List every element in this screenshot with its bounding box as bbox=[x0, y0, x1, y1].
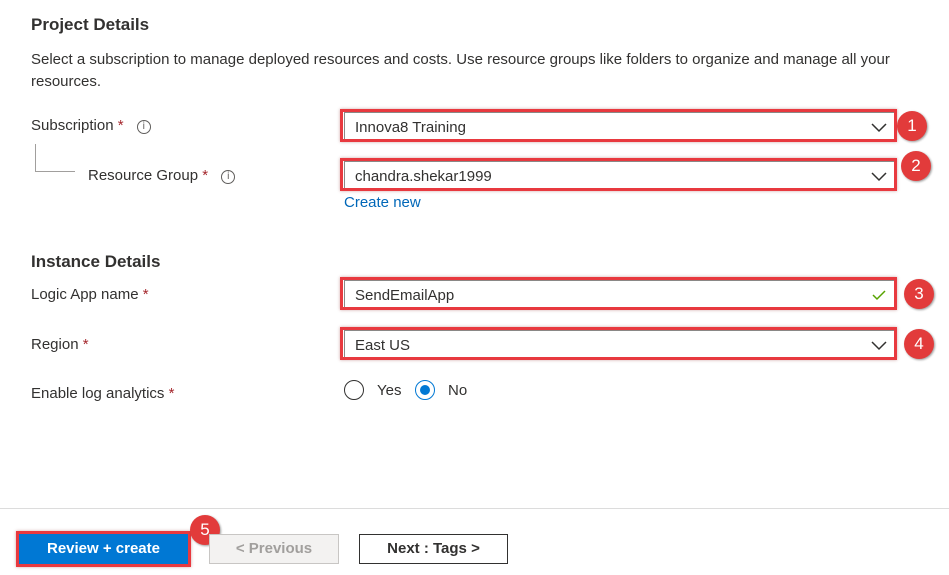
region-label: Region * bbox=[31, 336, 89, 353]
log-analytics-no-radio[interactable] bbox=[415, 380, 435, 400]
callout-highlight-2 bbox=[340, 158, 897, 191]
callout-badge-4: 4 bbox=[904, 329, 934, 359]
project-details-heading: Project Details bbox=[31, 15, 150, 34]
required-marker: * bbox=[117, 117, 124, 134]
log-analytics-yes-radio[interactable] bbox=[344, 380, 364, 400]
required-marker: * bbox=[202, 167, 209, 184]
create-new-link[interactable]: Create new bbox=[344, 194, 421, 211]
project-details-description: Select a subscription to manage deployed… bbox=[31, 51, 890, 90]
instance-details-heading: Instance Details bbox=[31, 252, 161, 271]
log-analytics-no-label[interactable]: No bbox=[448, 382, 467, 399]
required-marker: * bbox=[142, 286, 149, 303]
logic-app-name-label: Logic App name * bbox=[31, 286, 149, 303]
callout-badge-1: 1 bbox=[897, 111, 927, 141]
subscription-label: Subscription * i bbox=[31, 117, 151, 134]
callout-badge-3: 3 bbox=[904, 279, 934, 309]
info-icon[interactable]: i bbox=[221, 170, 236, 184]
callout-highlight-3 bbox=[340, 277, 897, 310]
callout-highlight-5 bbox=[16, 531, 191, 567]
tree-connector-horizontal bbox=[35, 171, 75, 172]
resource-group-label: Resource Group * i bbox=[88, 167, 236, 184]
callout-badge-2: 2 bbox=[901, 151, 931, 181]
next-tags-button[interactable]: Next : Tags > bbox=[359, 534, 508, 564]
info-icon[interactable]: i bbox=[136, 120, 151, 134]
previous-button[interactable]: < Previous bbox=[209, 534, 339, 564]
required-marker: * bbox=[168, 385, 175, 402]
footer-divider bbox=[0, 508, 949, 509]
log-analytics-label: Enable log analytics * bbox=[31, 385, 175, 402]
callout-highlight-1 bbox=[340, 109, 897, 142]
required-marker: * bbox=[82, 336, 89, 353]
log-analytics-yes-label[interactable]: Yes bbox=[377, 382, 401, 399]
callout-highlight-4 bbox=[340, 327, 897, 360]
tree-connector-vertical bbox=[35, 144, 36, 171]
